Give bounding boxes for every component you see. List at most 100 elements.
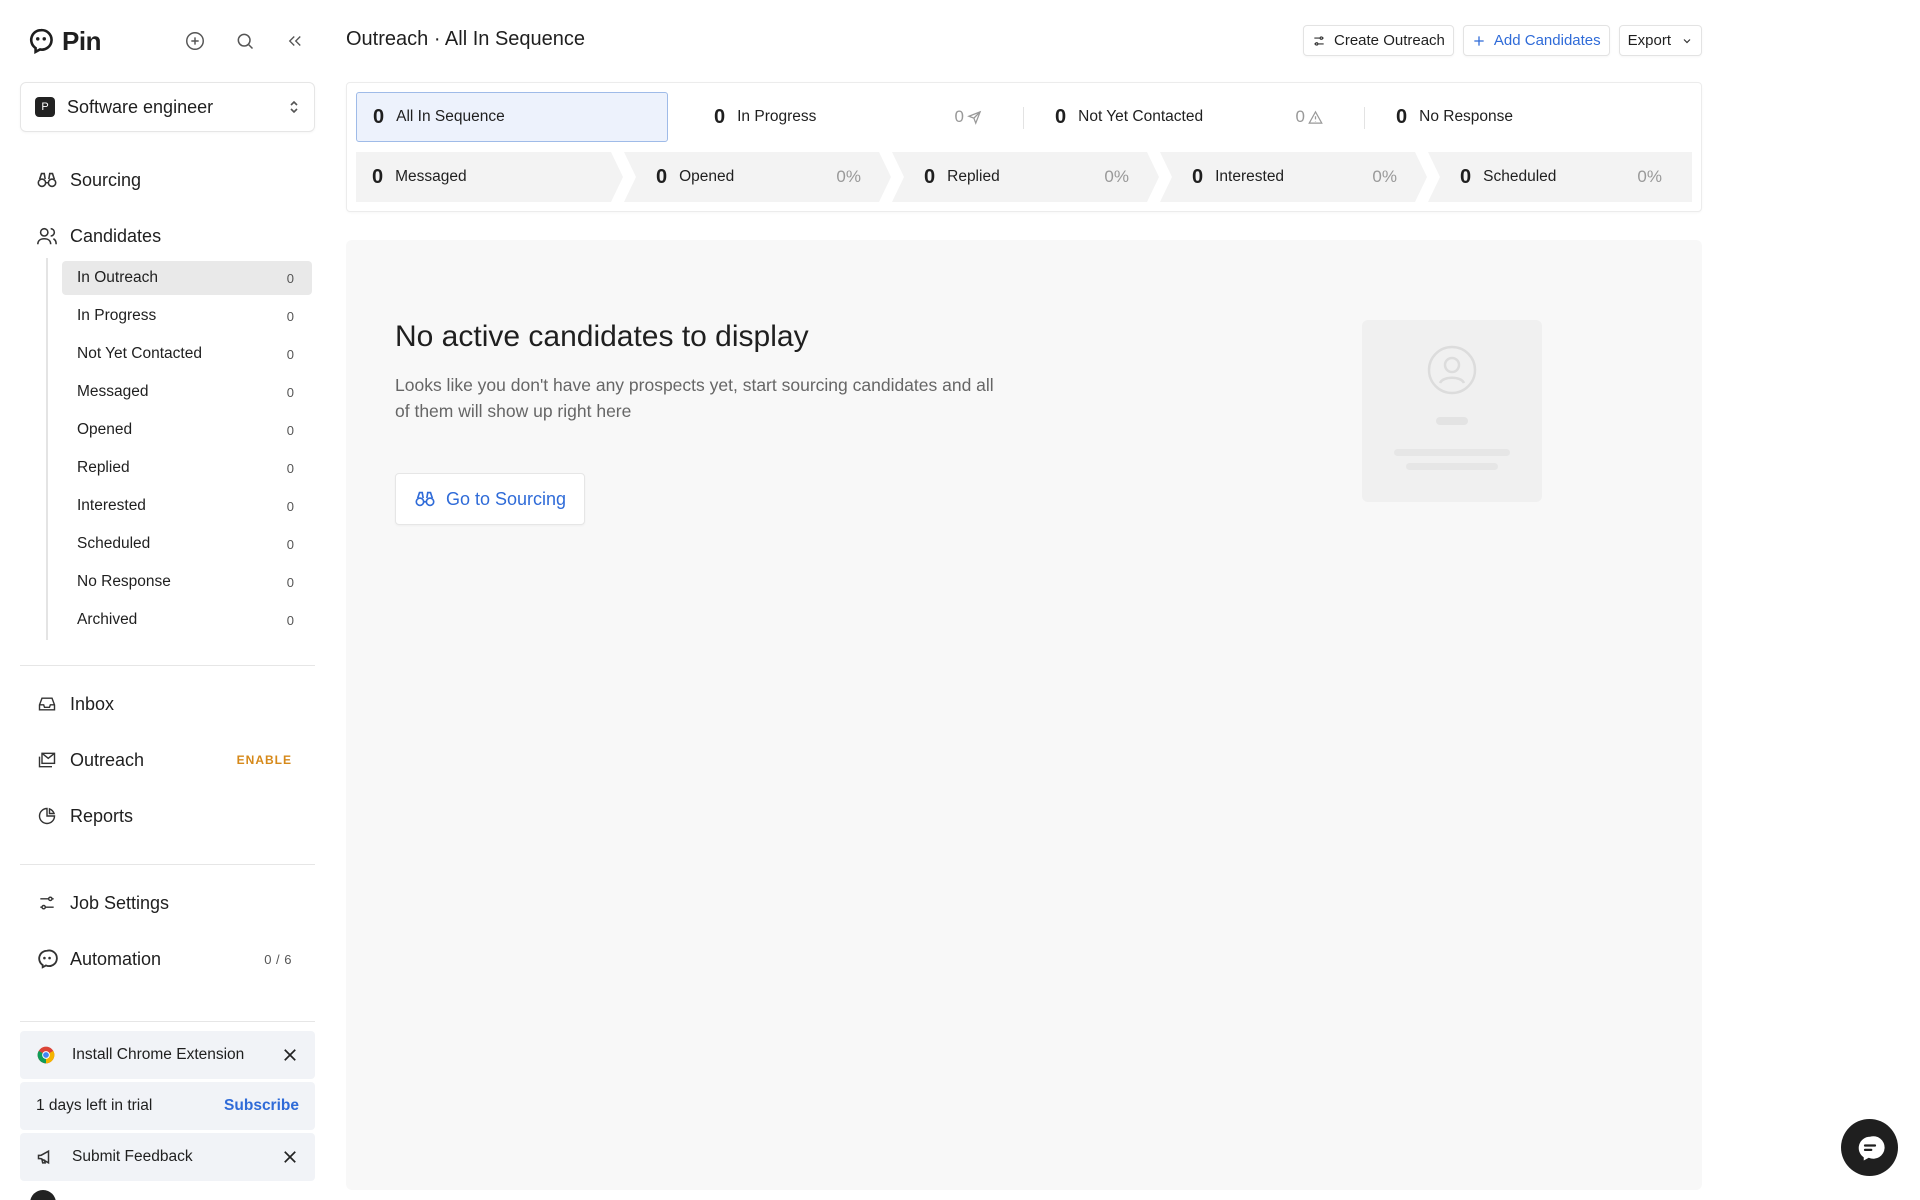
filter-count: 0 — [286, 422, 294, 438]
funnel-step-messaged[interactable]: 0 Messaged — [356, 152, 623, 202]
filter-label: Messaged — [77, 383, 149, 400]
export-button[interactable]: Export — [1618, 25, 1702, 56]
filter-in-progress[interactable]: In Progress 0 — [62, 299, 312, 333]
filter-no-response[interactable]: No Response 0 — [62, 565, 312, 599]
header-actions: Create Outreach Add Candidates Export — [1303, 25, 1702, 56]
tab-in-progress[interactable]: 0 In Progress 0 — [698, 92, 998, 142]
tab-label: In Progress — [737, 108, 817, 125]
tab-all-in-sequence[interactable]: 0 All In Sequence — [356, 92, 668, 142]
step-count: 0 — [656, 165, 668, 188]
chat-icon — [1858, 1135, 1885, 1160]
megaphone-icon — [37, 1149, 50, 1165]
outreach-funnel: 0 Messaged 0 Opened 0% 0 Replied 0% 0 In… — [356, 152, 1692, 202]
filter-messaged[interactable]: Messaged 0 — [62, 375, 312, 409]
nav-automation[interactable]: Automation 0 / 6 — [36, 943, 306, 975]
close-icon[interactable] — [281, 1148, 299, 1166]
chat-support-button[interactable] — [1841, 1119, 1898, 1176]
job-selector[interactable]: P Software engineer — [20, 82, 315, 132]
filter-label: Interested — [77, 497, 146, 514]
step-percent: 0% — [1104, 167, 1129, 186]
filter-count: 0 — [286, 498, 294, 514]
tab-separator — [1023, 107, 1024, 129]
add-candidates-button[interactable]: Add Candidates — [1462, 25, 1610, 56]
sent-count: 0 — [954, 107, 964, 126]
create-outreach-button[interactable]: Create Outreach — [1303, 25, 1454, 56]
funnel-step-scheduled[interactable]: 0 Scheduled 0% — [1428, 152, 1692, 202]
tab-count: 0 — [1055, 105, 1067, 128]
binoculars-icon — [415, 491, 435, 507]
step-count: 0 — [1460, 165, 1472, 188]
automation-count: 0 / 6 — [264, 951, 292, 967]
filter-count: 0 — [286, 574, 294, 590]
nav-reports-label: Reports — [70, 805, 134, 826]
enable-badge[interactable]: ENABLE — [237, 753, 292, 767]
filter-label: No Response — [77, 573, 171, 590]
search-icon — [237, 33, 254, 50]
subscribe-link[interactable]: Subscribe — [224, 1097, 299, 1115]
sliders-icon — [40, 896, 54, 910]
nav-inbox[interactable]: Inbox — [36, 688, 306, 720]
nav-job-settings-label: Job Settings — [70, 892, 170, 913]
filter-count: 0 — [286, 308, 294, 324]
feedback-banner[interactable]: Submit Feedback — [20, 1133, 315, 1181]
tab-not-yet-contacted[interactable]: 0 Not Yet Contacted 0 — [1039, 92, 1339, 142]
nav-candidates[interactable]: Candidates — [36, 220, 306, 252]
new-job-button[interactable] — [182, 28, 208, 54]
pie-chart-icon — [38, 807, 56, 825]
profile-placeholder-icon — [1394, 345, 1510, 470]
binoculars-icon — [37, 172, 57, 188]
nav-outreach-label: Outreach — [70, 749, 145, 770]
nav-reports[interactable]: Reports — [36, 800, 306, 832]
step-percent: 0% — [836, 167, 861, 186]
funnel-step-interested[interactable]: 0 Interested 0% — [1160, 152, 1427, 202]
plus-icon — [1474, 35, 1484, 46]
filter-opened[interactable]: Opened 0 — [62, 413, 312, 447]
go-to-sourcing-label: Go to Sourcing — [445, 488, 567, 509]
tab-meta: 0 — [1296, 107, 1323, 127]
filter-not-yet-contacted[interactable]: Not Yet Contacted 0 — [62, 337, 312, 371]
nav-outreach[interactable]: Outreach ENABLE — [36, 744, 306, 776]
filter-label: Replied — [77, 459, 130, 476]
sliders-icon — [1314, 35, 1324, 46]
step-label: Scheduled — [1483, 168, 1557, 185]
install-extension-banner[interactable]: Install Chrome Extension — [20, 1031, 315, 1079]
brand-row: Pin — [28, 24, 308, 58]
nav-candidates-label: Candidates — [70, 225, 162, 246]
tab-label: No Response — [1419, 108, 1514, 125]
avatar[interactable] — [30, 1190, 56, 1200]
filter-archived[interactable]: Archived 0 — [62, 603, 312, 637]
filter-count: 0 — [286, 536, 294, 552]
nav-sourcing[interactable]: Sourcing — [36, 164, 306, 196]
filter-scheduled[interactable]: Scheduled 0 — [62, 527, 312, 561]
funnel-step-opened[interactable]: 0 Opened 0% — [624, 152, 891, 202]
go-to-sourcing-button[interactable]: Go to Sourcing — [395, 473, 585, 525]
empty-state-title: No active candidates to display — [395, 320, 809, 353]
export-label: Export — [1627, 32, 1671, 49]
close-icon[interactable] — [281, 1046, 299, 1064]
empty-profile-illustration — [1362, 320, 1542, 502]
filter-count: 0 — [286, 270, 294, 286]
install-extension-label: Install Chrome Extension — [72, 1046, 245, 1063]
filter-interested[interactable]: Interested 0 — [62, 489, 312, 523]
tab-count: 0 — [373, 105, 385, 128]
job-badge: P — [35, 97, 55, 117]
funnel-step-replied[interactable]: 0 Replied 0% — [892, 152, 1159, 202]
warning-count: 0 — [1295, 107, 1305, 126]
search-button[interactable] — [232, 28, 258, 54]
trial-banner: 1 days left in trial Subscribe — [20, 1082, 315, 1130]
users-icon — [37, 227, 57, 245]
chevron-down-icon — [1683, 38, 1691, 43]
pin-logo-icon — [29, 28, 53, 54]
filter-replied[interactable]: Replied 0 — [62, 451, 312, 485]
filter-in-outreach[interactable]: In Outreach 0 — [62, 261, 312, 295]
collapse-sidebar-button[interactable] — [282, 28, 308, 54]
page-title: Outreach · All In Sequence — [346, 28, 586, 50]
double-chevron-left-icon — [288, 36, 301, 46]
step-count: 0 — [372, 165, 384, 188]
job-name: Software engineer — [67, 96, 214, 117]
add-candidates-label: Add Candidates — [1493, 32, 1601, 49]
app-name: Pin — [62, 25, 101, 56]
step-label: Interested — [1215, 168, 1285, 185]
tab-no-response[interactable]: 0 No Response — [1380, 92, 1680, 142]
nav-job-settings[interactable]: Job Settings — [36, 887, 306, 919]
